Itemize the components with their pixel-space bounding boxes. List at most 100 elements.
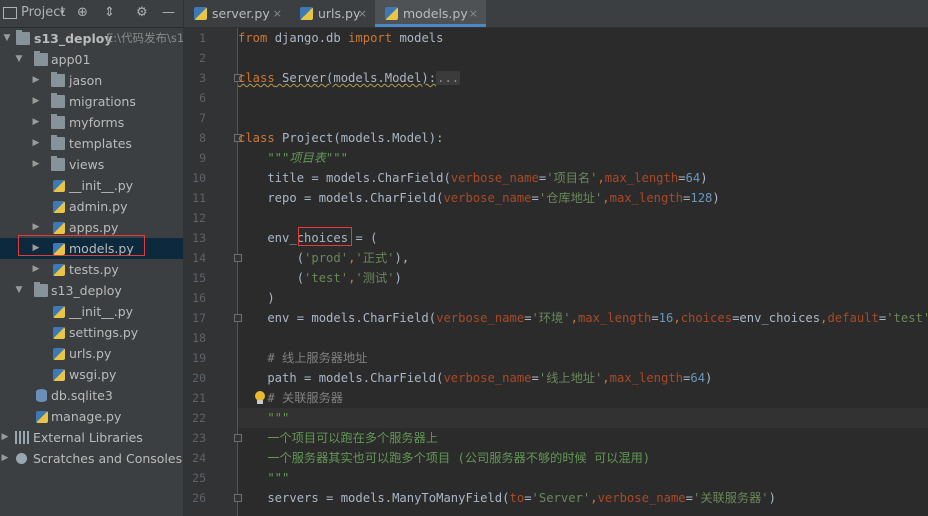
tree-node-pkg-init[interactable]: __init__.py: [0, 301, 183, 322]
tree-node-templates[interactable]: ▶ templates: [0, 133, 183, 154]
code-line-19: # 线上服务器地址: [238, 351, 368, 365]
line-number-gutter: 1 2 3 6 7 8 9 10 11 12 13 14 15 16 17 18…: [184, 28, 242, 516]
python-file-icon: [53, 222, 65, 234]
line-number: 24: [192, 451, 206, 465]
project-toolbar: Project ▾ ⊕ ⇕ ⚙ —: [0, 0, 183, 28]
line-number: 10: [192, 171, 206, 185]
collapsed-arrow-icon[interactable]: ▶: [0, 427, 10, 448]
close-icon[interactable]: ×: [469, 0, 478, 27]
line-number: 3: [199, 71, 206, 85]
project-path: E:\代码发布\s1: [106, 31, 184, 45]
line-number: 16: [192, 291, 206, 305]
scratches-icon: [16, 453, 27, 464]
tree-node-tests[interactable]: ▶ tests.py: [0, 259, 183, 280]
python-file-icon: [53, 201, 65, 213]
tree-label: settings.py: [69, 325, 139, 340]
collapsed-arrow-icon[interactable]: ▶: [31, 91, 41, 112]
line-number: 6: [199, 91, 206, 105]
tree-label: db.sqlite3: [51, 388, 113, 403]
tree-node-scratches[interactable]: ▶ Scratches and Consoles: [0, 448, 183, 469]
line-number: 9: [199, 151, 206, 165]
expanded-arrow-icon[interactable]: ▼: [14, 280, 24, 301]
folder-icon: [51, 72, 65, 87]
collapsed-arrow-icon[interactable]: ▶: [31, 70, 41, 91]
code-line-3: class Server(models.Model):...: [238, 71, 461, 85]
code-line-21: # 关联服务器: [238, 391, 343, 405]
tree-node-external-libraries[interactable]: ▶ External Libraries: [0, 427, 183, 448]
tree-node-urls[interactable]: urls.py: [0, 343, 183, 364]
tree-label: s13_deploy: [51, 283, 122, 298]
crosshair-icon[interactable]: ⊕: [77, 4, 88, 22]
tree-label: views: [69, 157, 105, 172]
collapsed-arrow-icon[interactable]: ▶: [31, 154, 41, 175]
python-file-icon: [53, 306, 65, 318]
choices-highlight-box: [298, 227, 352, 246]
line-number: 7: [199, 111, 206, 125]
expanded-arrow-icon[interactable]: ▼: [14, 49, 24, 70]
tree-node-manage[interactable]: manage.py: [0, 406, 183, 427]
tab-label: models.py: [403, 6, 468, 21]
tree-node-app01[interactable]: ▼ app01: [0, 49, 183, 70]
line-number: 17: [192, 311, 206, 325]
collapsed-arrow-icon[interactable]: ▶: [0, 448, 10, 469]
project-view-icon: [3, 7, 17, 19]
tree-node-migrations[interactable]: ▶ migrations: [0, 91, 183, 112]
tree-node-myforms[interactable]: ▶ myforms: [0, 112, 183, 133]
tree-node-s13-deploy-root[interactable]: ▼ s13_deploy E:\代码发布\s1: [0, 28, 183, 49]
tree-node-admin[interactable]: admin.py: [0, 196, 183, 217]
line-number: 11: [192, 191, 206, 205]
editor-tabs: server.py × urls.py × models.py ×: [184, 0, 928, 28]
project-label[interactable]: Project: [21, 4, 65, 22]
tree-node-wsgi[interactable]: wsgi.py: [0, 364, 183, 385]
expanded-arrow-icon[interactable]: ▼: [2, 28, 12, 49]
tree-node-views[interactable]: ▶ views: [0, 154, 183, 175]
tree-node-s13-deploy-package[interactable]: ▼ s13_deploy: [0, 280, 183, 301]
line-number: 8: [199, 131, 206, 145]
tab-urls-py[interactable]: urls.py ×: [290, 0, 375, 27]
close-icon[interactable]: ×: [273, 0, 282, 27]
python-file-icon: [53, 369, 65, 381]
line-number: 25: [192, 471, 206, 485]
collapsed-arrow-icon[interactable]: ▶: [31, 112, 41, 133]
code-line-14: ('prod','正式'),: [238, 251, 410, 265]
code-line-16: ): [238, 291, 275, 305]
tree-label: migrations: [69, 94, 136, 109]
collapse-all-icon[interactable]: ⇕: [104, 4, 115, 22]
code-line-10: title = models.CharField(verbose_name='项…: [238, 171, 708, 185]
project-panel: Project ▾ ⊕ ⇕ ⚙ — ▼ s13_deploy E:\代码发布\s…: [0, 0, 184, 516]
python-file-icon: [300, 7, 313, 20]
tree-label: templates: [69, 136, 132, 151]
tree-node-app01-init[interactable]: __init__.py: [0, 175, 183, 196]
folded-code-placeholder[interactable]: ...: [436, 71, 461, 85]
tab-label: urls.py: [318, 6, 361, 21]
collapsed-arrow-icon[interactable]: ▶: [31, 259, 41, 280]
python-file-icon: [385, 7, 398, 20]
collapsed-arrow-icon[interactable]: ▶: [31, 133, 41, 154]
code-line-22: """: [238, 408, 928, 428]
line-number: 2: [199, 51, 206, 65]
python-file-icon: [53, 264, 65, 276]
line-number: 20: [192, 371, 206, 385]
tree-node-db-sqlite3[interactable]: db.sqlite3: [0, 385, 183, 406]
python-file-icon: [36, 411, 48, 423]
chevron-down-icon[interactable]: ▾: [60, 4, 65, 22]
library-icon: [15, 431, 29, 444]
tree-label: myforms: [69, 115, 125, 130]
folder-icon: [34, 282, 48, 297]
code-line-17: env = models.CharField(verbose_name='环境'…: [238, 311, 928, 325]
python-file-icon: [53, 327, 65, 339]
tab-models-py[interactable]: models.py ×: [375, 0, 486, 27]
minimize-icon[interactable]: —: [162, 4, 175, 22]
close-icon[interactable]: ×: [358, 0, 367, 27]
tree-label: admin.py: [69, 199, 128, 214]
line-number: 19: [192, 351, 206, 365]
python-file-icon: [194, 7, 207, 20]
code-line-1: from django.db import models: [238, 31, 444, 45]
tree-node-jason[interactable]: ▶ jason: [0, 70, 183, 91]
code-line-8: class Project(models.Model):: [238, 131, 444, 145]
gear-icon[interactable]: ⚙: [136, 4, 148, 22]
tab-server-py[interactable]: server.py ×: [184, 0, 290, 27]
folder-icon: [16, 30, 30, 45]
tree-node-settings[interactable]: settings.py: [0, 322, 183, 343]
code-editor[interactable]: from django.db import models class Serve…: [238, 28, 928, 516]
